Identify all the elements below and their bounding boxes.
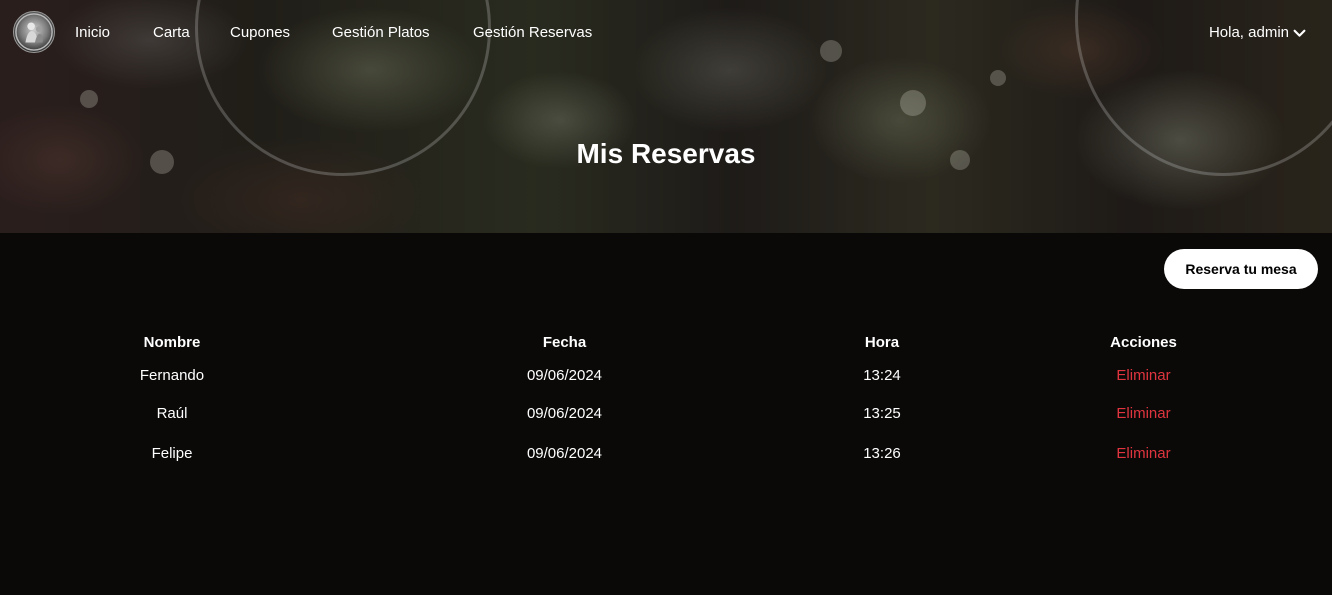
header-nombre: Nombre <box>143 333 201 351</box>
restaurant-logo[interactable] <box>13 11 55 53</box>
cell-nombre: Fernando <box>139 367 205 384</box>
delete-link[interactable]: Eliminar <box>1116 405 1170 422</box>
bokeh-light <box>80 90 98 108</box>
cell-hora: 13:24 <box>863 367 901 384</box>
delete-link[interactable]: Eliminar <box>1116 367 1170 384</box>
header-fecha: Fecha <box>542 333 587 351</box>
bokeh-light <box>990 70 1006 86</box>
table-row: Fernando 09/06/2024 13:24 Eliminar <box>12 359 1320 393</box>
cell-fecha: 09/06/2024 <box>526 444 603 462</box>
reservations-table: Nombre Fecha Hora Acciones Fernando 09/0… <box>12 325 1320 473</box>
logo-emblem-icon <box>15 13 53 51</box>
cell-acciones: Eliminar <box>967 393 1320 433</box>
cell-fecha: 09/06/2024 <box>526 404 603 422</box>
cell-hora: 13:26 <box>863 444 901 462</box>
cell-acciones: Eliminar <box>967 433 1320 473</box>
table-row: Felipe 09/06/2024 13:26 Eliminar <box>12 433 1320 473</box>
chevron-down-icon <box>1293 29 1306 37</box>
cell-nombre: Felipe <box>151 444 193 462</box>
table-header-row: Nombre Fecha Hora Acciones <box>12 325 1320 359</box>
nav-link-gestion-platos[interactable]: Gestión Platos <box>332 24 430 42</box>
header-acciones: Acciones <box>1110 333 1177 351</box>
nav-link-carta[interactable]: Carta <box>153 24 190 42</box>
header-hora: Hora <box>864 333 900 351</box>
cell-nombre: Raúl <box>156 404 188 422</box>
user-greeting: Hola, admin <box>1208 24 1289 41</box>
delete-link[interactable]: Eliminar <box>1116 445 1170 462</box>
cell-fecha: 09/06/2024 <box>526 367 603 384</box>
reserve-table-button[interactable]: Reserva tu mesa <box>1164 249 1318 289</box>
cell-acciones: Eliminar <box>967 359 1320 393</box>
cell-hora: 13:25 <box>863 404 901 422</box>
nav-link-gestion-reservas[interactable]: Gestión Reservas <box>473 24 592 42</box>
page-title: Mis Reservas <box>576 138 756 169</box>
table-row: Raúl 09/06/2024 13:25 Eliminar <box>12 393 1320 433</box>
nav-link-inicio[interactable]: Inicio <box>75 24 110 42</box>
user-menu[interactable]: Hola, admin <box>1209 24 1306 42</box>
bokeh-light <box>900 90 926 116</box>
nav-link-cupones[interactable]: Cupones <box>230 24 290 42</box>
navbar: Inicio Carta Cupones Gestión Platos Gest… <box>0 0 1332 66</box>
